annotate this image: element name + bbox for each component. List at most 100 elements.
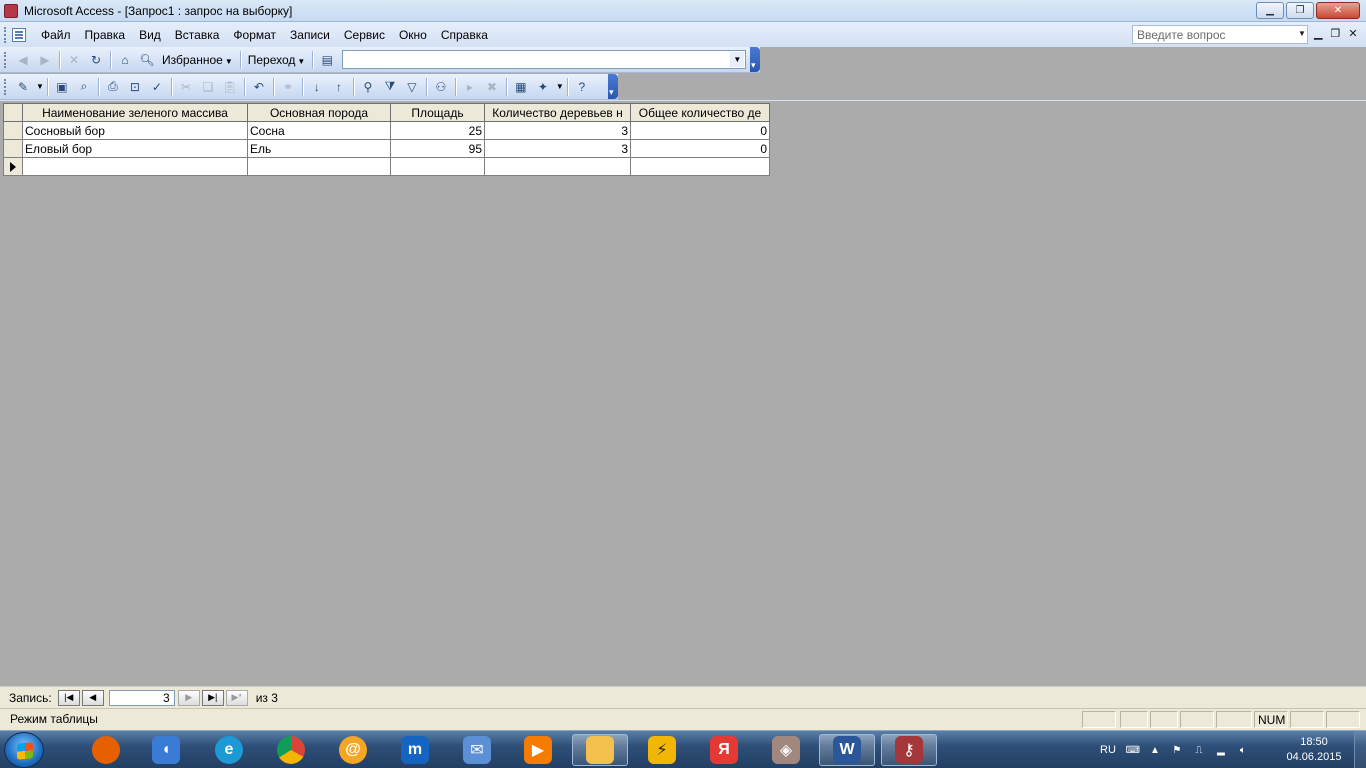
goto-menu[interactable]: Переход ▼ [244,53,310,67]
print-icon[interactable]: ⎙ [104,78,122,96]
address-dropdown-icon[interactable]: ▼ [730,52,745,67]
find-icon[interactable]: ⚇ [432,78,450,96]
taskbar-word[interactable]: W [819,734,875,766]
help-icon[interactable]: ? [573,78,591,96]
menu-grip[interactable] [4,26,8,43]
taskbar-yandex[interactable]: Я [696,734,752,766]
menu-help[interactable]: Справка [434,25,495,45]
toolbar-options-icon[interactable] [608,74,618,99]
taskbar-firefox[interactable] [78,734,134,766]
menu-file[interactable]: Файл [34,25,78,45]
filter-by-selection-icon[interactable]: ⚲ [359,78,377,96]
minimize-button[interactable]: ▁ [1256,2,1284,19]
table-cell[interactable]: 0 [630,121,770,140]
cut-icon[interactable]: ✂ [177,78,195,96]
column-header[interactable]: Площадь [390,103,485,122]
menu-window[interactable]: Окно [392,25,434,45]
keyboard-icon[interactable]: ⌨ [1126,743,1140,757]
delete-record-icon[interactable]: ✖ [483,78,501,96]
sort-ascending-icon[interactable]: ↓ [308,78,326,96]
row-selector[interactable] [3,157,23,176]
taskbar-maxthon[interactable]: m [387,734,443,766]
column-header[interactable]: Общее количество де [630,103,770,122]
show-hidden-icons-icon[interactable]: ▲ [1148,743,1162,757]
print-preview-icon[interactable]: ⊡ [126,78,144,96]
help-dropdown-arrow-icon[interactable]: ▼ [1298,29,1306,38]
paste-icon[interactable]: 📋︎ [221,78,239,96]
forward-icon[interactable]: ▶ [36,51,54,69]
help-question-input[interactable]: Введите вопрос [1132,25,1308,44]
new-object-icon[interactable]: ✦ [534,78,552,96]
language-indicator[interactable]: RU [1100,744,1116,756]
doc-close-icon[interactable]: ✕ [1348,27,1357,40]
taskbar-mahjong[interactable]: ◈ [758,734,814,766]
menu-tools[interactable]: Сервис [337,25,392,45]
taskbar-chrome[interactable] [263,734,319,766]
hyperlink-icon[interactable]: ⚭ [279,78,297,96]
taskbar-mail-agent[interactable]: @ [325,734,381,766]
table-cell[interactable]: Еловый бор [22,139,248,158]
file-search-icon[interactable]: ⌕ [75,78,93,96]
copy-icon[interactable]: ❏ [199,78,217,96]
new-record-button[interactable]: ▶* [225,689,248,706]
view-design-icon[interactable]: ✎ [14,78,32,96]
access-app-icon[interactable] [4,3,18,18]
table-cell[interactable] [630,157,770,176]
system-clock[interactable]: 18:50 04.06.2015 [1282,735,1346,765]
toolbar-options-icon[interactable] [750,47,760,72]
table-cell[interactable]: 3 [484,121,631,140]
record-number-input[interactable]: 3 [108,689,175,706]
taskbar-winamp[interactable]: ⚡ [634,734,690,766]
new-record-icon[interactable]: ▸ [461,78,479,96]
table-cell[interactable] [390,157,485,176]
start-button[interactable] [4,732,44,768]
show-only-web-toolbar-icon[interactable]: ▤ [318,51,336,69]
back-icon[interactable]: ◀ [14,51,32,69]
menu-insert[interactable]: Вставка [168,25,227,45]
taskbar-file-explorer[interactable] [572,734,628,766]
view-dropdown-icon[interactable]: ▼ [36,82,44,91]
taskbar-mail[interactable]: ✉ [449,734,505,766]
search-web-icon[interactable]: 🔍︎ [138,51,156,69]
apply-filter-icon[interactable]: ▽ [403,78,421,96]
stop-icon[interactable]: ✕ [65,51,83,69]
toolbar-grip[interactable] [4,78,8,95]
database-window-icon[interactable]: ▦ [512,78,530,96]
close-button[interactable]: ✕ [1316,2,1360,19]
row-selector[interactable] [3,139,23,158]
table-cell[interactable]: Ель [247,139,391,158]
first-record-button[interactable]: |◀ [57,689,80,706]
show-desktop-button[interactable] [1354,731,1366,768]
column-header[interactable]: Количество деревьев н [484,103,631,122]
volume-muted-icon[interactable]: 🔈︎ [1236,743,1250,757]
select-all-corner[interactable] [3,103,23,122]
taskbar-internet-explorer[interactable]: e [201,734,257,766]
doc-minimize-icon[interactable]: ▁ [1314,27,1322,40]
toolbar-grip[interactable] [4,51,8,68]
taskbar-media-player[interactable]: ▶ [510,734,566,766]
next-record-button[interactable]: ▶ [177,689,200,706]
new-object-dropdown-icon[interactable]: ▼ [556,82,564,91]
table-cell[interactable]: 0 [630,139,770,158]
table-cell[interactable]: Сосна [247,121,391,140]
menu-view[interactable]: Вид [132,25,168,45]
last-record-button[interactable]: ▶| [201,689,224,706]
table-cell[interactable]: 95 [390,139,485,158]
action-center-icon[interactable]: ⚑ [1170,743,1184,757]
doc-restore-icon[interactable]: ❐ [1330,27,1340,40]
menu-records[interactable]: Записи [283,25,337,45]
table-cell[interactable]: 3 [484,139,631,158]
sort-descending-icon[interactable]: ↑ [330,78,348,96]
column-header[interactable]: Наименование зеленого массива [22,103,248,122]
table-cell[interactable]: Сосновый бор [22,121,248,140]
favorites-menu[interactable]: Избранное ▼ [158,53,237,67]
row-selector[interactable] [3,121,23,140]
spelling-icon[interactable]: ✓ [148,78,166,96]
menu-format[interactable]: Формат [226,25,283,45]
table-cell[interactable] [484,157,631,176]
previous-record-button[interactable]: ◀ [81,689,104,706]
column-header[interactable]: Основная порода [247,103,391,122]
menu-edit[interactable]: Правка [78,25,133,45]
home-icon[interactable]: ⌂ [116,51,134,69]
table-cell[interactable]: 25 [390,121,485,140]
